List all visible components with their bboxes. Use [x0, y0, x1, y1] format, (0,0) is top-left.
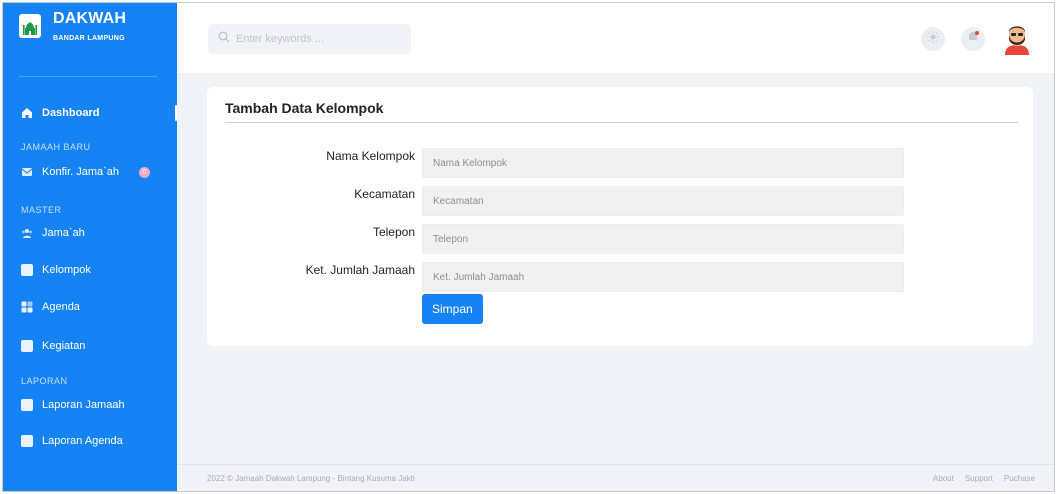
notification-button[interactable]: [961, 27, 985, 51]
mosque-logo-icon: [19, 14, 41, 38]
nama-kelompok-label: Nama Kelompok: [326, 149, 415, 163]
footer: 2022 © Jamaah Dakwah Lampung - Bintang K…: [177, 464, 1054, 491]
sidebar-item-label: Konfir. Jama`ah: [42, 166, 120, 178]
report-icon: [21, 435, 33, 447]
topbar: [177, 3, 1054, 73]
jumlah-jamaah-label: Ket. Jumlah Jamaah: [305, 263, 415, 277]
search-box[interactable]: [208, 24, 411, 54]
sidebar-item-kegiatan[interactable]: Kegiatan: [21, 336, 171, 356]
brand[interactable]: DAKWAH BANDAR LAMPUNG: [19, 10, 126, 42]
telepon-field[interactable]: [422, 224, 904, 254]
brand-subtitle: BANDAR LAMPUNG: [53, 35, 125, 42]
sidebar-item-label: Laporan Jamaah: [42, 399, 125, 411]
sidebar-item-dashboard[interactable]: Dashboard: [21, 103, 177, 123]
page-title: Tambah Data Kelompok: [225, 100, 384, 116]
report-icon: [21, 399, 33, 411]
sidebar: DAKWAH BANDAR LAMPUNG Dashboard JAMAAH B…: [3, 3, 177, 491]
save-button[interactable]: Simpan: [422, 294, 483, 324]
sidebar-item-label: Kegiatan: [42, 340, 86, 352]
brand-title: DAKWAH: [53, 10, 127, 27]
sidebar-item-laporan-jamaah[interactable]: Laporan Jamaah: [21, 395, 171, 415]
avatar[interactable]: [1002, 23, 1032, 55]
sidebar-item-jamaah[interactable]: Jama`ah: [21, 223, 171, 243]
footer-links: About Support Puchase: [933, 474, 1035, 483]
image-icon: [21, 340, 33, 352]
sidebar-heading-master: MASTER: [21, 205, 62, 215]
sidebar-item-label: Agenda: [42, 301, 80, 313]
sidebar-item-label: Kelompok: [42, 264, 91, 276]
sidebar-item-laporan-agenda[interactable]: Laporan Agenda: [21, 431, 171, 451]
bell-icon: [966, 30, 980, 49]
theme-toggle-button[interactable]: [921, 27, 945, 51]
folder-icon: [21, 264, 33, 276]
grid-icon: [21, 301, 33, 313]
telepon-label: Telepon: [372, 225, 415, 239]
footer-link-about[interactable]: About: [933, 474, 954, 483]
footer-divider: [177, 464, 1054, 465]
sidebar-divider: [19, 76, 157, 77]
footer-link-support[interactable]: Support: [965, 474, 993, 483]
sidebar-item-kelompok[interactable]: Kelompok: [21, 260, 171, 280]
copyright-text: 2022 © Jamaah Dakwah Lampung - Bintang K…: [207, 474, 415, 483]
kecamatan-field[interactable]: [422, 186, 904, 216]
sidebar-heading-jamaah-baru: JAMAAH BARU: [21, 142, 91, 152]
app-window: DAKWAH BANDAR LAMPUNG Dashboard JAMAAH B…: [2, 2, 1055, 492]
active-indicator: [175, 105, 177, 121]
sidebar-item-label: Laporan Agenda: [42, 435, 123, 447]
sun-icon: [926, 30, 940, 49]
sidebar-item-label: Jama`ah: [42, 227, 85, 239]
konfir-count-badge: 0: [139, 167, 150, 178]
search-icon: [218, 30, 230, 48]
kecamatan-label: Kecamatan: [354, 187, 415, 201]
title-divider: [225, 122, 1018, 123]
nama-kelompok-field[interactable]: [422, 148, 904, 178]
inbox-icon: [21, 166, 33, 178]
sidebar-heading-laporan: LAPORAN: [21, 376, 68, 386]
form-card: Tambah Data Kelompok Nama Kelompok Kecam…: [207, 87, 1033, 346]
jumlah-jamaah-field[interactable]: [422, 262, 904, 292]
home-icon: [21, 107, 33, 119]
users-icon: [21, 227, 33, 239]
sidebar-item-agenda[interactable]: Agenda: [21, 297, 171, 317]
footer-link-purchase[interactable]: Puchase: [1004, 474, 1035, 483]
search-input[interactable]: [236, 33, 406, 45]
sidebar-item-label: Dashboard: [42, 107, 100, 119]
